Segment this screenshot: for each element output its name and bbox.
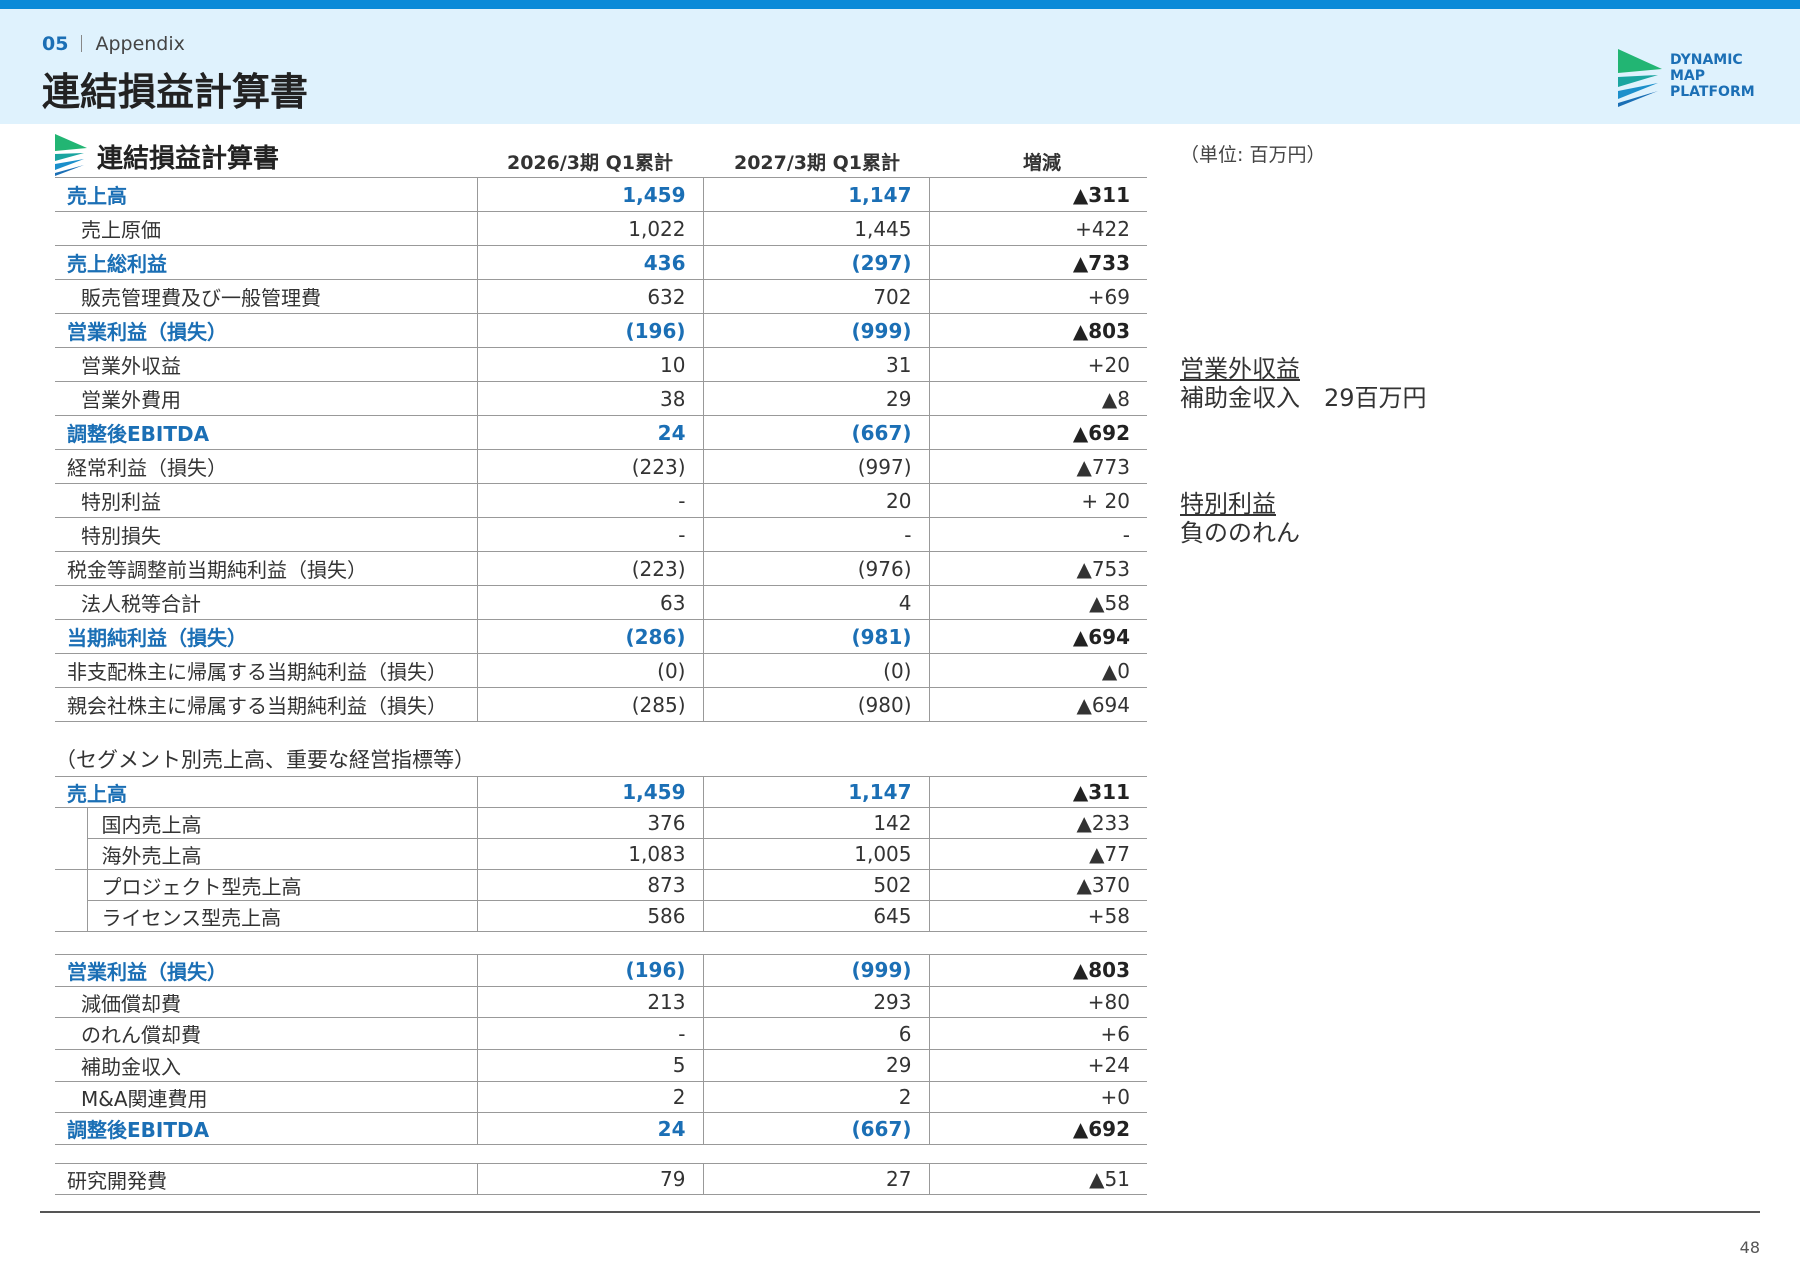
page-number: 48 bbox=[1739, 1238, 1760, 1257]
section-name: Appendix bbox=[95, 33, 185, 55]
table-row: 売上高 1,459 1,147 ▲311 bbox=[55, 177, 1147, 212]
section-divider bbox=[81, 35, 83, 52]
dmp-stripe-icon bbox=[55, 134, 87, 176]
ebitda-table: 営業利益（損失） (196) (999) ▲803 減価償却費 213 293 +80 のれ… bbox=[55, 954, 1147, 1146]
top-accent-bar bbox=[0, 0, 1800, 9]
col-header-change: 増減 bbox=[1022, 152, 1061, 174]
table-row: 特別利益 -20 + 20 bbox=[55, 483, 1147, 518]
rd-table: 研究開発費 79 27 ▲51 bbox=[55, 1163, 1147, 1195]
table-row: 法人税等合計 63 4 ▲58 bbox=[55, 585, 1147, 620]
table-row: プロジェクト型売上高 873 502 ▲370 bbox=[55, 869, 1147, 901]
col-header-2027: 2027/3期 Q1累計 bbox=[733, 152, 901, 174]
logo-text: DYNAMIC MAP PLATFORM bbox=[1670, 52, 1755, 100]
table-row: 売上高 1,459 1,147 ▲311 bbox=[55, 776, 1147, 808]
table-row: 営業外費用 38 29 ▲8 bbox=[55, 381, 1147, 416]
note-non-operating-income: 営業外収益 補助金収入 29百万円 bbox=[1180, 355, 1427, 413]
table-row: 調整後EBITDA 24 (667) ▲692 bbox=[55, 415, 1147, 450]
table-row: M&A関連費用 2 2 +0 bbox=[55, 1081, 1147, 1114]
dmp-logo-icon bbox=[1618, 49, 1662, 107]
table-row: 売上総利益 436 (297) ▲733 bbox=[55, 245, 1147, 280]
note-heading: 特別利益 bbox=[1180, 490, 1276, 518]
segment-sales-table: 売上高 1,459 1,147 ▲311 国内売上高 376 142 ▲233 海外売上高 1… bbox=[55, 776, 1147, 932]
table-header: 連結損益計算書 2026/3期 Q1累計 2027/3期 Q1累計 増減 bbox=[55, 134, 1147, 176]
note-extraordinary-income: 特別利益 負ののれん bbox=[1180, 490, 1300, 548]
table-row: 営業利益（損失） (196) (999) ▲803 bbox=[55, 954, 1147, 987]
unit-label: （単位: 百万円） bbox=[1180, 144, 1326, 166]
note-body: 補助金収入 29百万円 bbox=[1180, 384, 1427, 412]
table-row: 調整後EBITDA 24 (667) ▲692 bbox=[55, 1112, 1147, 1146]
income-statement-table: 売上高 1,459 1,147 ▲311 売上原価 1,022 1,445 +422 売上総… bbox=[55, 177, 1147, 722]
table-row: ライセンス型売上高 586 645 +58 bbox=[55, 900, 1147, 932]
table-row: 売上原価 1,022 1,445 +422 bbox=[55, 211, 1147, 246]
table-row: 補助金収入 5 29 +24 bbox=[55, 1049, 1147, 1082]
table-row: 親会社株主に帰属する当期純利益（損失） (285) (980) ▲694 bbox=[55, 687, 1147, 722]
table-row: 経常利益（損失） (223) (997) ▲773 bbox=[55, 449, 1147, 484]
note-heading: 営業外収益 bbox=[1180, 355, 1300, 383]
col-header-2026: 2026/3期 Q1累計 bbox=[506, 152, 674, 174]
header-band: 05 Appendix 連結損益計算書 DYNAMIC MAP PLATFORM bbox=[0, 9, 1800, 124]
section-label: 05 Appendix bbox=[42, 33, 185, 55]
table-row: 販売管理費及び一般管理費 632 702 +69 bbox=[55, 279, 1147, 314]
table-row: 非支配株主に帰属する当期純利益（損失） (0) (0) ▲0 bbox=[55, 653, 1147, 688]
table-title: 連結損益計算書 bbox=[97, 144, 280, 174]
section-number: 05 bbox=[42, 33, 69, 55]
table-row: 特別損失 - - - bbox=[55, 517, 1147, 552]
table-row: のれん償却費 -6 +6 bbox=[55, 1017, 1147, 1051]
table-row: 国内売上高 376 142 ▲233 bbox=[55, 807, 1147, 839]
table-row: 研究開発費 79 27 ▲51 bbox=[55, 1163, 1147, 1195]
footer-divider bbox=[40, 1211, 1760, 1213]
company-logo: DYNAMIC MAP PLATFORM bbox=[1618, 49, 1768, 109]
table-row: 当期純利益（損失） (286) (981) ▲694 bbox=[55, 619, 1147, 654]
table-row: 海外売上高 1,083 1,005 ▲77 bbox=[55, 838, 1147, 870]
segment-section-label: （セグメント別売上高、重要な経営指標等） bbox=[55, 748, 475, 772]
table-row: 営業利益（損失） (196) (999) ▲803 bbox=[55, 313, 1147, 348]
table-row: 税金等調整前当期純利益（損失） (223) (976) ▲753 bbox=[55, 551, 1147, 586]
table-row: 減価償却費 213 293 +80 bbox=[55, 986, 1147, 1019]
page-title: 連結損益計算書 bbox=[42, 70, 309, 114]
note-body: 負ののれん bbox=[1180, 519, 1300, 547]
table-row: 営業外収益 10 31 +20 bbox=[55, 347, 1147, 382]
